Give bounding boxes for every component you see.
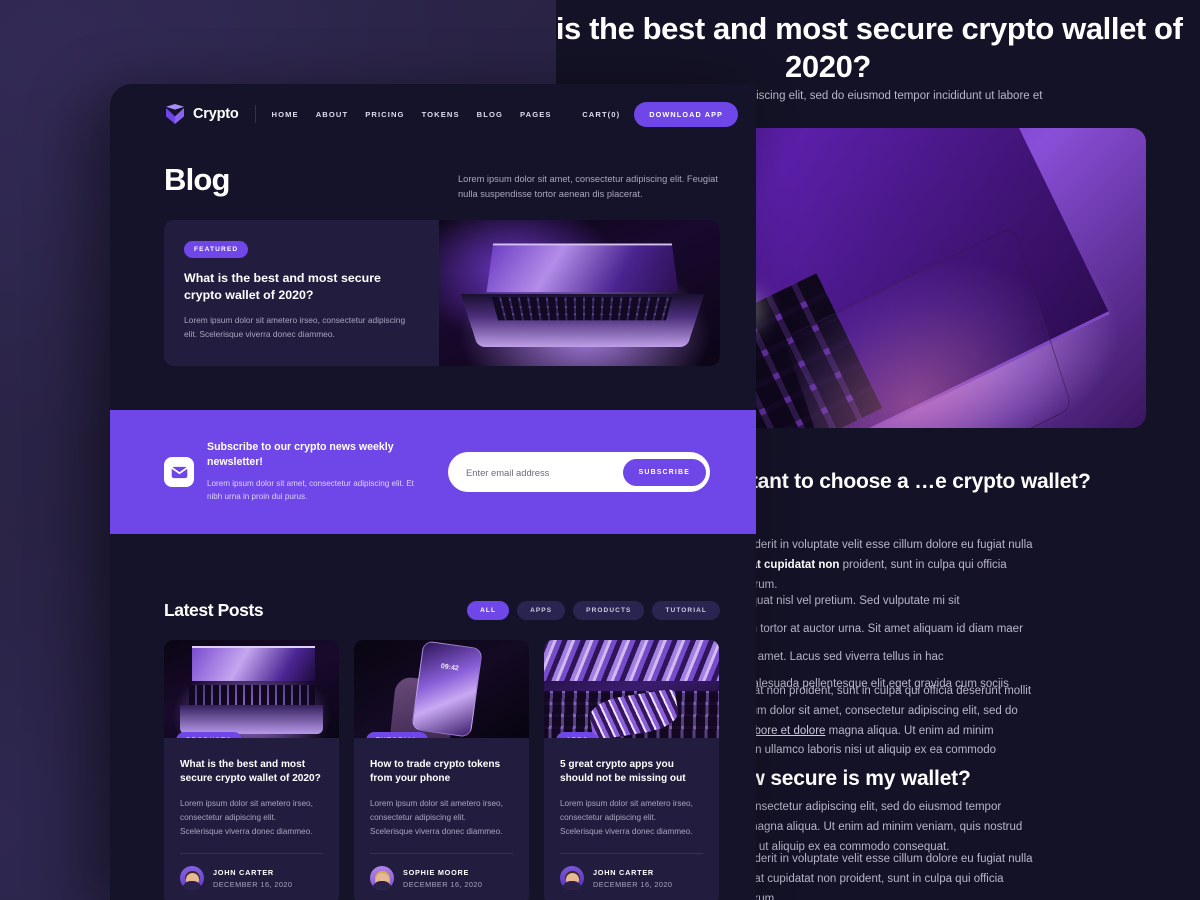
post-excerpt-line1: Lorem ipsum dolor sit ametero irseo, con… [180,799,313,823]
post-card[interactable]: APPS 5 great crypto apps you should not … [544,640,719,900]
nav-link-home[interactable]: HOME [272,110,299,119]
laptop-keys-shape [491,296,673,321]
brand-name: Crypto [193,106,239,122]
nav-divider [254,105,256,123]
filter-all[interactable]: ALL [467,601,510,620]
post-excerpt-line1: Lorem ipsum dolor sit ametero irseo, con… [370,799,503,823]
post-filters: ALL APPS PRODUCTS TUTORIAL [467,601,720,620]
post-author: SOPHIE MOORE DECEMBER 16, 2020 [370,866,513,891]
nav-link-tokens[interactable]: TOKENS [422,110,460,119]
post-badge: TUTORIAL [366,732,429,738]
envelope-icon [164,457,194,487]
post-thumbnail: PRODUCTS [164,640,339,738]
post-badge: PRODUCTS [176,732,242,738]
post-card[interactable]: PRODUCTS What is the best and most secur… [164,640,339,900]
laptop-screen-shape [486,243,679,292]
divider [370,853,513,855]
newsletter-description: Lorem ipsum dolor sit amet, consectetur … [207,479,414,502]
brand-logo[interactable]: Crypto [164,103,239,125]
post-title: What is the best and most secure crypto … [180,759,321,785]
post-card-list: PRODUCTS What is the best and most secur… [164,640,720,900]
nav-links: HOME ABOUT PRICING TOKENS BLOG PAGES [272,110,552,119]
email-input[interactable] [466,466,623,478]
article-inline-link[interactable]: labore et dolore [746,725,826,737]
post-excerpt-line2: Scelerisque viverra donec diammeo. [560,827,693,837]
filter-products[interactable]: PRODUCTS [573,601,645,620]
featured-title: What is the best and most secure crypto … [184,271,381,303]
divider [180,853,323,855]
page-title: Blog [164,162,230,197]
navbar: Crypto HOME ABOUT PRICING TOKENS BLOG PA… [110,84,756,144]
post-badge: APPS [556,732,599,738]
post-date: DECEMBER 16, 2020 [403,879,483,889]
featured-image [439,220,720,366]
nav-link-pages[interactable]: PAGES [520,110,552,119]
post-thumbnail: APPS [544,640,719,738]
cube-logo-icon [164,103,186,125]
author-name: JOHN CARTER [593,867,654,877]
cart-link[interactable]: CART(0) [582,110,620,119]
newsletter-heading: Subscribe to our crypto news weekly news… [207,441,394,469]
phone-clock: 09:42 [440,663,460,673]
nav-link-blog[interactable]: BLOG [477,110,503,119]
post-date: DECEMBER 16, 2020 [593,879,673,889]
filter-apps[interactable]: APPS [517,601,566,620]
avatar [560,866,584,891]
download-app-button[interactable]: DOWNLOAD APP [634,101,738,127]
post-date: DECEMBER 16, 2020 [213,879,293,889]
blog-page-panel: Crypto HOME ABOUT PRICING TOKENS BLOG PA… [110,84,756,900]
post-author: JOHN CARTER DECEMBER 16, 2020 [180,866,323,891]
featured-post-card[interactable]: FEATURED What is the best and most secur… [164,220,720,366]
post-card[interactable]: 09:42 TUTORIAL How to trade crypto token… [354,640,529,900]
latest-posts-title: Latest Posts [164,600,264,620]
post-title: 5 great crypto apps you should not be mi… [560,759,686,785]
post-thumbnail: 09:42 TUTORIAL [354,640,529,738]
post-excerpt-line1: Lorem ipsum dolor sit ametero irseo, con… [560,799,693,823]
newsletter-form: SUBSCRIBE [448,452,710,492]
nav-link-pricing[interactable]: PRICING [365,110,404,119]
post-title: How to trade crypto tokens from your pho… [370,759,501,785]
subscribe-button[interactable]: SUBSCRIBE [622,458,706,486]
filter-tutorial[interactable]: TUTORIAL [652,601,720,620]
post-author: JOHN CARTER DECEMBER 16, 2020 [560,866,703,891]
blog-header: Blog Lorem ipsum dolor sit amet, consect… [164,164,720,202]
author-name: JOHN CARTER [213,867,274,877]
post-excerpt-line2: Scelerisque viverra donec diammeo. [370,827,503,837]
article-title: What is the best and most secure crypto … [556,11,1183,84]
featured-badge: FEATURED [184,241,249,258]
featured-excerpt: Lorem ipsum dolor sit ametero irseo, con… [184,315,406,339]
page-description: Lorem ipsum dolor sit amet, consectetur … [458,174,718,200]
avatar [180,866,204,891]
latest-posts-header: Latest Posts ALL APPS PRODUCTS TUTORIAL [164,600,720,621]
avatar [370,866,394,891]
nav-link-about[interactable]: ABOUT [316,110,349,119]
newsletter-banner: Subscribe to our crypto news weekly news… [110,410,756,534]
post-excerpt-line2: Scelerisque viverra donec diammeo. [180,827,313,837]
divider [560,853,703,855]
author-name: SOPHIE MOORE [403,867,470,877]
